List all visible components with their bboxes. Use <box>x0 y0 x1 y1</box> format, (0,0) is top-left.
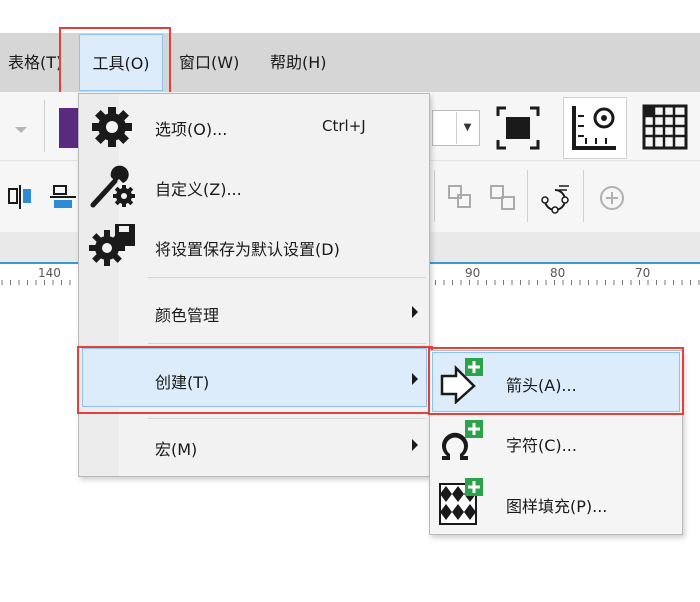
ruler-tool-button[interactable] <box>563 97 627 159</box>
combo-dropdown-icon[interactable]: ▼ <box>456 112 478 144</box>
menu-window[interactable]: 窗口(W) <box>179 33 239 92</box>
toolbar-divider <box>434 170 435 222</box>
save-settings-icon <box>89 222 137 272</box>
new-pattern-fill-icon <box>438 478 486 530</box>
menu-separator <box>148 418 426 419</box>
menu-item-options[interactable]: 选项(O)... <box>155 116 227 140</box>
grid-icon[interactable] <box>640 104 690 156</box>
menu-separator <box>148 277 426 278</box>
toolbar-divider <box>44 100 45 152</box>
ruler-settings-icon <box>572 106 616 150</box>
add-icon[interactable] <box>598 184 626 216</box>
shortcut-label: Ctrl+J <box>322 117 366 135</box>
menu-help[interactable]: 帮助(H) <box>270 33 327 92</box>
menu-item-save-default[interactable]: 将设置保存为默认设置(D) <box>155 236 340 260</box>
submenu-item-character[interactable]: 字符(C)... <box>506 432 577 456</box>
gear-icon <box>89 104 135 154</box>
menu-item-customize[interactable]: 自定义(Z)... <box>155 176 242 200</box>
submenu-arrow-icon <box>412 439 418 451</box>
callout-arrow-item <box>428 347 684 415</box>
edit-nodes-icon[interactable] <box>539 182 571 218</box>
toolbar-divider <box>527 170 528 222</box>
new-character-icon <box>438 420 486 470</box>
callout-tools-menu <box>59 27 171 97</box>
submenu-item-pattern-fill[interactable]: 图样填充(P)... <box>506 493 607 517</box>
ungroup-icon[interactable] <box>488 183 518 217</box>
align-center-icon[interactable] <box>6 184 36 214</box>
submenu-arrow-icon <box>412 306 418 318</box>
toolbar-divider <box>583 170 584 222</box>
callout-create-item <box>77 346 433 414</box>
group-icon[interactable] <box>446 183 476 217</box>
menu-item-color-management[interactable]: 颜色管理 <box>155 302 219 326</box>
menu-separator <box>148 343 426 344</box>
align-top-icon[interactable] <box>48 184 78 218</box>
menu-item-macros[interactable]: 宏(M) <box>155 436 197 460</box>
menu-table[interactable]: 表格(T) <box>8 33 62 92</box>
wrench-gear-icon <box>89 163 137 213</box>
fullscreen-icon[interactable] <box>494 104 542 156</box>
dropdown-arrow-icon[interactable] <box>14 120 28 139</box>
